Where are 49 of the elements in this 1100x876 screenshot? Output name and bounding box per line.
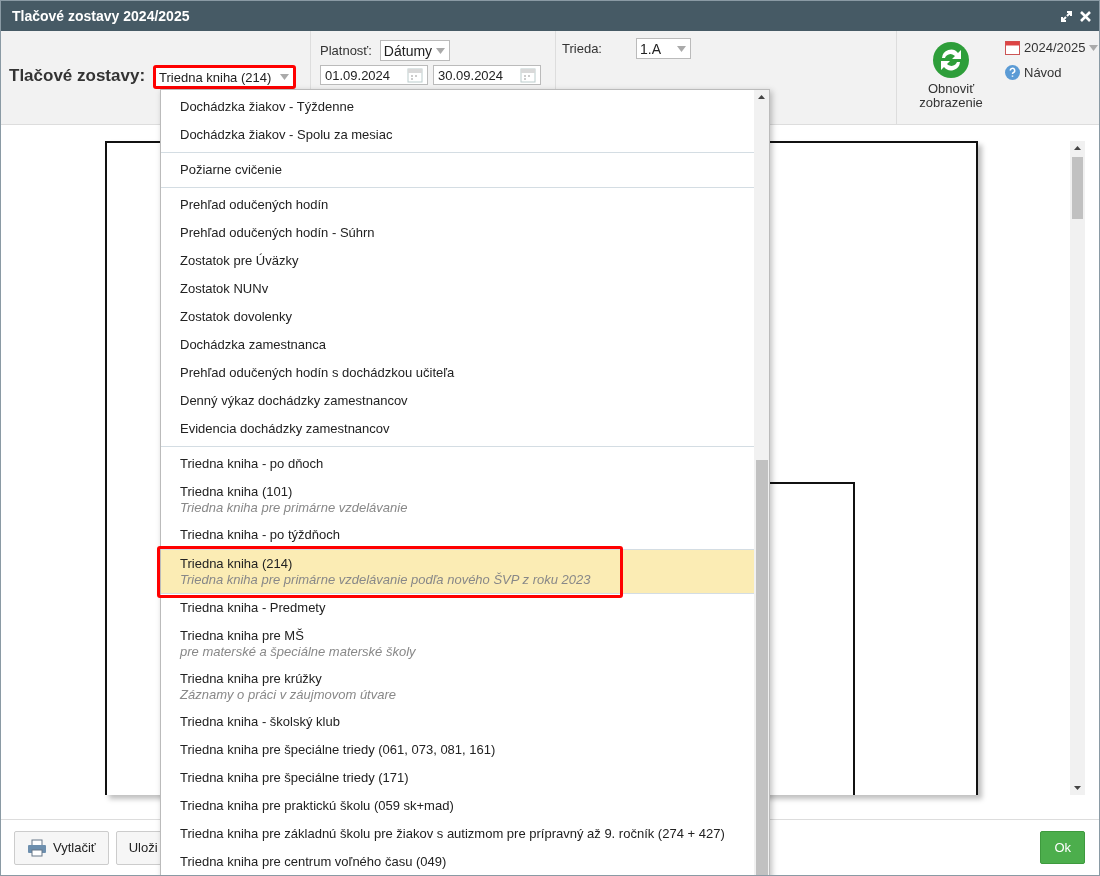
dropdown-item[interactable]: Zostatok NUNv: [161, 275, 754, 303]
dropdown-item[interactable]: Dochádzka zamestnanca: [161, 331, 754, 359]
dropdown-item[interactable]: Triedna kniha (101) Triedna kniha pre primárne vzdelávanie: [161, 478, 754, 521]
dropdown-item[interactable]: Triedna kniha - po dňoch: [161, 450, 754, 478]
dropdown-item[interactable]: Triedna kniha pre MŠ pre materské a špeciálne materské školy: [161, 622, 754, 665]
date-from-field[interactable]: 01.09.2024: [320, 65, 428, 85]
validity-label: Platnosť:: [320, 43, 372, 58]
dropdown-item[interactable]: Zostatok pre Úväzky: [161, 247, 754, 275]
reports-label: Tlačové zostavy:: [9, 66, 146, 86]
dropdown-item[interactable]: Prehľad odučených hodín: [161, 191, 754, 219]
caret-icon: [280, 74, 290, 80]
dropdown-item[interactable]: Triedna kniha pre špeciálne triedy (061, 073, 081, 161): [161, 736, 754, 764]
dropdown-item[interactable]: Triedna kniha pre krúžky Záznamy o práci v záujmovom útvare: [161, 665, 754, 708]
dropdown-item[interactable]: Triedna kniha - po týždňoch: [161, 521, 754, 549]
calendar-icon: [407, 67, 423, 83]
help-link[interactable]: Návod: [1005, 65, 1099, 80]
dropdown-item[interactable]: Požiarne cvičenie: [161, 156, 754, 184]
expand-icon[interactable]: [1061, 10, 1072, 22]
report-select[interactable]: Triedna kniha (214): [153, 65, 297, 89]
caret-icon: [1089, 44, 1099, 51]
dropdown-item[interactable]: Triedna kniha - školský klub: [161, 708, 754, 736]
printer-icon: [27, 838, 47, 857]
dropdown-item[interactable]: Denný výkaz dochádzky zamestnancov: [161, 387, 754, 415]
scroll-thumb[interactable]: [755, 460, 768, 875]
date-to-field[interactable]: 30.09.2024: [433, 65, 541, 85]
close-icon[interactable]: [1080, 10, 1091, 22]
caret-icon: [677, 45, 686, 52]
calendar-icon: [1005, 40, 1020, 55]
dropdown-item[interactable]: Triedna kniha pre praktickú školu (059 sk+mad): [161, 792, 754, 820]
dropdown-item[interactable]: Prehľad odučených hodín - Súhrn: [161, 219, 754, 247]
calendar-icon: [520, 67, 536, 83]
print-button[interactable]: Vytlačiť: [14, 830, 109, 865]
dropdown-item[interactable]: Triedna kniha pre špeciálne triedy (171): [161, 764, 754, 792]
dropdown-item[interactable]: Prehľad odučených hodín s dochádzkou učiteľa: [161, 359, 754, 387]
dropdown-item[interactable]: Evidencia dochádzky zamestnancov: [161, 415, 754, 443]
dropdown-item[interactable]: Triedna kniha - Predmety: [161, 594, 754, 622]
help-icon: [1005, 65, 1020, 80]
scroll-thumb[interactable]: [1072, 157, 1083, 219]
validity-select[interactable]: Dátumy: [379, 40, 450, 61]
dropdown-item[interactable]: Zostatok dovolenky: [161, 303, 754, 331]
year-select[interactable]: 2024/2025: [1005, 40, 1099, 55]
class-label: Trieda:: [562, 41, 602, 56]
refresh-button[interactable]: Obnoviť zobrazenie: [911, 41, 991, 110]
window-title: Tlačové zostavy 2024/2025: [12, 8, 191, 24]
dropdown-item[interactable]: Dochádzka žiakov - Spolu za mesiac: [161, 121, 754, 149]
class-select[interactable]: 1.A: [636, 38, 691, 59]
dropdown-item[interactable]: Dochádzka žiakov - Týždenne: [161, 93, 754, 121]
refresh-icon: [932, 41, 970, 79]
caret-icon: [435, 47, 445, 54]
